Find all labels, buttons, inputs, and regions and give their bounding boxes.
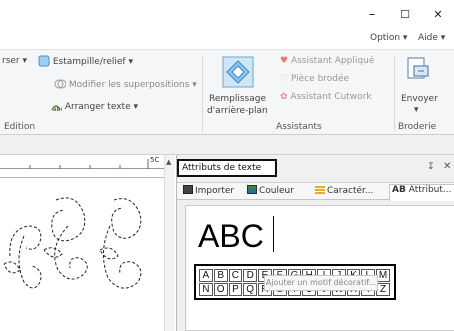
edition-group-label: Edition xyxy=(4,122,36,132)
applique-label: Assistant Appliqué xyxy=(290,56,375,66)
character-cell[interactable]: N xyxy=(199,283,213,296)
fill-background-label-2[interactable]: d'arrière-plan xyxy=(207,106,268,116)
panel-tabs: Importer Couleur Caractér... AB Attribut… xyxy=(177,182,454,201)
send-icon[interactable] xyxy=(406,56,430,82)
monogram-design xyxy=(3,197,142,289)
grid-icon xyxy=(183,185,193,194)
character-cell[interactable]: O xyxy=(213,283,228,296)
character-cell[interactable]: P xyxy=(228,283,243,296)
send-label[interactable]: Envoyer xyxy=(401,94,438,104)
arrange-text-button[interactable]: abc Arranger texte ▾ xyxy=(50,100,139,113)
tab-caractere-label: Caractér... xyxy=(327,186,374,196)
menu-aide-label: Aide xyxy=(418,33,438,43)
panel-content: ABC ABCDEFGHIJKLM NOPQRSTUVWXYZ xyxy=(185,205,454,331)
heart-outline-icon: ♡ xyxy=(280,74,289,84)
stripe-icon xyxy=(315,185,325,194)
chevron-down-icon: ▾ xyxy=(22,56,28,66)
arrange-text-label: Arranger texte xyxy=(64,102,131,112)
menu-aide[interactable]: Aide ▾ xyxy=(418,33,445,43)
character-cell[interactable]: A xyxy=(199,269,213,282)
ruler-mark: 5C xyxy=(150,156,160,164)
panel-title-bar: Attributs de texte ↧ ✕ xyxy=(177,159,454,177)
stamp-label: Estampille/relief xyxy=(52,57,126,67)
stamp-button[interactable]: Estampille/relief ▾ xyxy=(38,55,133,67)
ab-icon: AB xyxy=(392,185,406,195)
group-separator xyxy=(394,56,395,132)
text-preview[interactable]: ABC xyxy=(196,212,288,260)
tab-couleur[interactable]: Couleur xyxy=(247,185,294,196)
minimize-button[interactable]: – xyxy=(362,6,382,24)
chevron-down-icon: ▾ xyxy=(133,102,139,112)
cutwork-icon: ✿ xyxy=(280,92,288,102)
chevron-down-icon: ▾ xyxy=(192,80,197,90)
fill-background-icon[interactable] xyxy=(222,56,254,88)
modify-overlap-label: Modifier les superpositions xyxy=(68,80,190,90)
design-canvas[interactable] xyxy=(0,177,164,331)
title-bar: – ☐ ✕ xyxy=(0,0,454,30)
overlap-icon xyxy=(54,79,67,89)
character-cell[interactable]: D xyxy=(243,269,258,282)
close-button[interactable]: ✕ xyxy=(428,6,448,24)
heart-icon: ♥ xyxy=(280,56,289,66)
chevron-down-icon: ▾ xyxy=(440,33,446,43)
tab-importer[interactable]: Importer xyxy=(183,185,234,196)
broderie-group-label: Broderie xyxy=(398,122,437,132)
chevron-down-icon: ▾ xyxy=(402,33,408,43)
cutwork-label: Assistant Cutwork xyxy=(290,92,372,102)
group-separator xyxy=(202,56,203,132)
fill-background-label-1[interactable]: Remplissage xyxy=(209,94,266,104)
scroll-up-icon[interactable]: ▲ xyxy=(166,158,171,166)
tab-couleur-label: Couleur xyxy=(259,186,294,196)
cut-text-button[interactable]: rser ▾ xyxy=(2,56,27,66)
menu-option-label: Option xyxy=(370,33,401,43)
chevron-down-icon: ▾ xyxy=(128,57,133,67)
tab-attribut[interactable]: AB Attribut... xyxy=(389,184,454,201)
character-cell[interactable]: B xyxy=(213,269,228,282)
vertical-scrollbar[interactable]: ▲ xyxy=(164,155,175,331)
tab-attribut-label: Attribut... xyxy=(408,185,452,195)
tab-importer-label: Importer xyxy=(195,186,235,196)
character-cell[interactable]: Z xyxy=(376,283,390,296)
menu-option[interactable]: Option ▾ xyxy=(370,33,407,43)
cut-text-label: rser xyxy=(2,56,20,66)
modify-overlap-button[interactable]: Modifier les superpositions ▾ xyxy=(54,78,197,90)
character-cell[interactable]: M xyxy=(376,269,390,282)
character-cell[interactable]: C xyxy=(228,269,243,282)
panel-title: Attributs de texte xyxy=(177,159,277,177)
ribbon: rser ▾ Estampille/relief ▾ Modifier les … xyxy=(0,49,454,135)
maximize-button[interactable]: ☐ xyxy=(395,6,415,24)
stamp-icon xyxy=(38,55,50,67)
chevron-down-icon: ▾ xyxy=(414,105,419,115)
tab-caractere[interactable]: Caractér... xyxy=(315,185,374,196)
embroidered-piece-button[interactable]: ♡ Pièce brodée xyxy=(280,74,349,84)
arrange-text-icon: abc xyxy=(51,105,64,113)
assistants-group-label: Assistants xyxy=(276,122,322,132)
pin-icon[interactable]: ↧ xyxy=(427,162,435,172)
svg-text:abc: abc xyxy=(53,106,62,112)
add-decorative-motif-button[interactable]: Ajouter un motif décoratif... xyxy=(264,275,378,291)
preview-text: ABC xyxy=(198,218,264,254)
panel-close-icon[interactable]: ✕ xyxy=(443,161,451,172)
design-pane: 5C ▲ xyxy=(0,155,175,331)
character-cell[interactable]: Q xyxy=(243,283,258,296)
horizontal-ruler: 5C xyxy=(0,155,166,169)
menu-bar: Option ▾ Aide ▾ xyxy=(0,30,454,49)
piece-label: Pièce brodée xyxy=(290,74,350,84)
text-attributes-panel: Attributs de texte ↧ ✕ Importer Couleur … xyxy=(176,155,454,331)
text-caret xyxy=(273,216,274,252)
applique-wizard-button[interactable]: ♥ Assistant Appliqué xyxy=(280,56,374,66)
toolbar-strip xyxy=(0,135,454,155)
cutwork-wizard-button[interactable]: ✿ Assistant Cutwork xyxy=(280,92,372,102)
color-icon xyxy=(247,185,257,194)
